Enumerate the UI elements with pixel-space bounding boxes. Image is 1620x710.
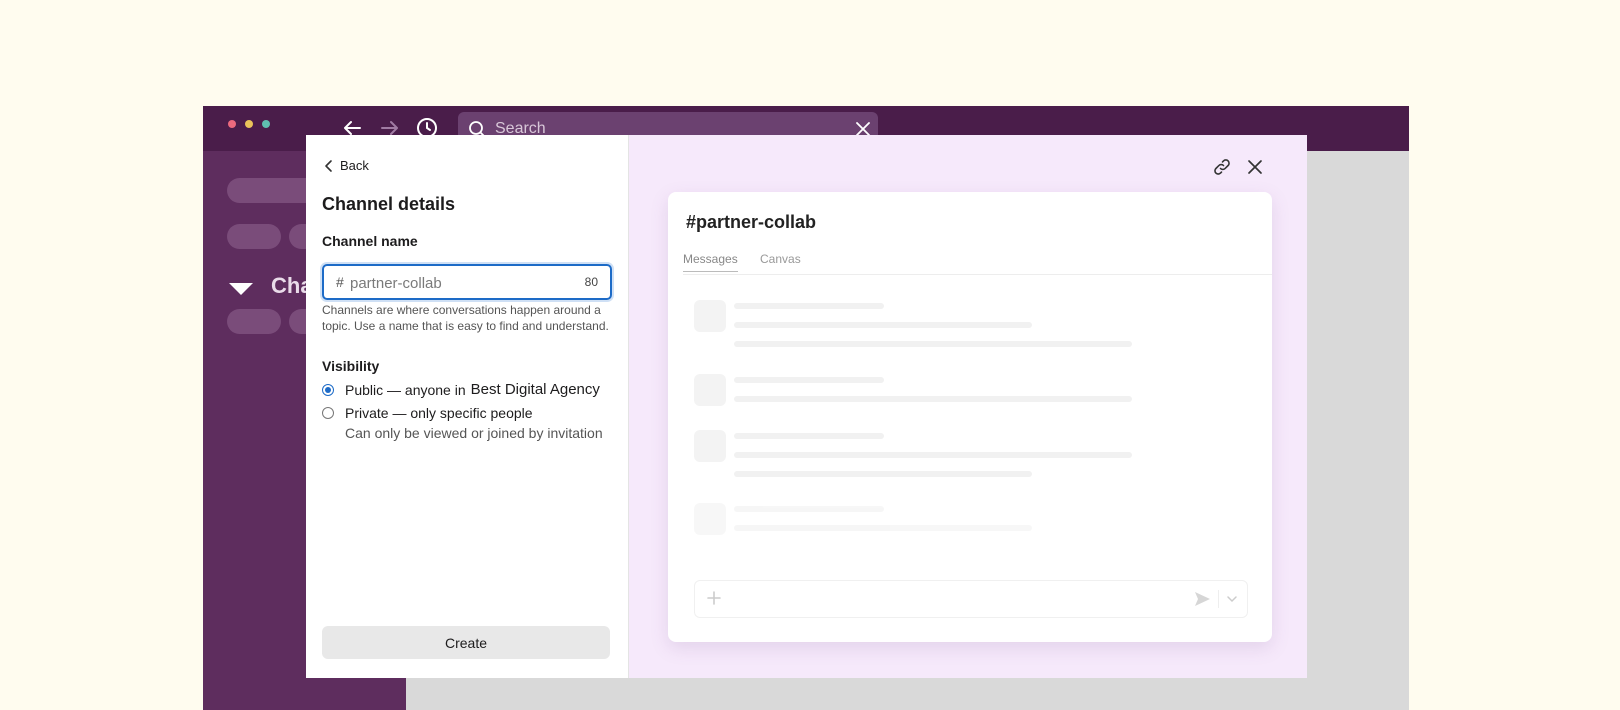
create-button[interactable]: Create [322, 626, 610, 659]
workspace-name: Best Digital Agency [470, 381, 600, 398]
hash-prefix: # [336, 274, 344, 290]
channel-form-pane: Back Channel details Channel name # 80 C… [306, 135, 629, 678]
chevron-down-icon[interactable] [1225, 592, 1239, 606]
tab-canvas[interactable]: Canvas [760, 252, 801, 271]
plus-icon[interactable] [705, 589, 723, 607]
private-label: Private — only specific people [345, 405, 533, 421]
back-label: Back [340, 158, 369, 173]
char-count: 80 [584, 275, 598, 289]
preview-tabs: Messages Canvas [683, 252, 1272, 275]
modal-title: Channel details [322, 194, 456, 214]
channel-details-modal: Back Channel details Channel name # 80 C… [306, 135, 1307, 678]
preview-pane: #partner-collab Messages Canvas [629, 135, 1307, 678]
composer-divider [1218, 590, 1219, 608]
close-window-dot[interactable] [228, 120, 236, 128]
message-composer[interactable] [694, 580, 1248, 618]
send-icon[interactable] [1193, 590, 1211, 608]
channel-name-field[interactable]: # 80 [322, 264, 612, 300]
sidebar-placeholder [227, 309, 281, 334]
sidebar-placeholder [227, 224, 281, 249]
private-description: Can only be viewed or joined by invitati… [345, 425, 603, 441]
private-radio[interactable] [322, 407, 334, 419]
visibility-label: Visibility [322, 358, 380, 374]
channel-preview-card: #partner-collab Messages Canvas [668, 192, 1272, 642]
minimize-window-dot[interactable] [245, 120, 253, 128]
public-label: Public — anyone in [345, 381, 466, 398]
link-icon[interactable] [1212, 157, 1232, 177]
public-option[interactable]: Public — anyone in Best Digital Agency [322, 381, 600, 398]
maximize-window-dot[interactable] [262, 120, 270, 128]
channel-name-help: Channels are where conversations happen … [322, 303, 609, 333]
chevron-left-icon [325, 159, 332, 172]
channel-name-input[interactable] [348, 270, 572, 296]
tab-messages[interactable]: Messages [683, 252, 738, 272]
public-radio[interactable] [322, 383, 334, 396]
preview-channel-title: #partner-collab [686, 212, 817, 232]
channel-name-label: Channel name [322, 233, 418, 249]
caret-down-icon[interactable] [228, 282, 254, 301]
back-button[interactable]: Back [322, 158, 369, 173]
private-option[interactable]: Private — only specific people [322, 405, 533, 421]
close-icon[interactable] [1245, 157, 1265, 177]
